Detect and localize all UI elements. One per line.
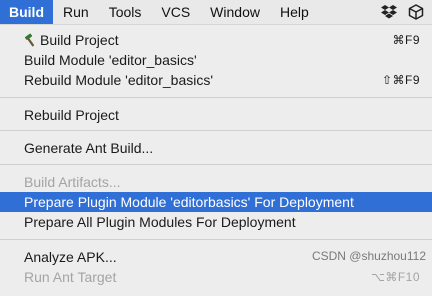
dropbox-icon[interactable] — [380, 4, 398, 20]
package-icon[interactable] — [408, 4, 424, 20]
menu-build[interactable]: Build — [0, 0, 53, 24]
menu-bar: Build Run Tools VCS Window Help — [0, 0, 432, 24]
menu-help[interactable]: Help — [270, 0, 319, 24]
menu-item-label: Run Ant Target — [24, 269, 117, 285]
menu-item-rebuild-project[interactable]: Rebuild Project — [0, 105, 432, 125]
menu-item-build-project[interactable]: Build Project ⌘F9 — [0, 30, 432, 50]
menu-tools[interactable]: Tools — [99, 0, 152, 24]
menu-item-build-module[interactable]: Build Module 'editor_basics' — [0, 50, 432, 70]
menu-vcs[interactable]: VCS — [151, 0, 200, 24]
menu-item-label: Analyze APK... — [24, 249, 117, 265]
hammer-icon — [24, 33, 38, 50]
menu-item-label: Rebuild Module 'editor_basics' — [24, 72, 214, 88]
menu-item-run-ant-target: Run Ant Target ⌥⌘F10 — [0, 267, 432, 287]
menu-separator — [0, 239, 432, 240]
menu-item-shortcut: ⇧⌘F9 — [381, 73, 420, 87]
menu-run[interactable]: Run — [53, 0, 99, 24]
menu-separator — [0, 97, 432, 98]
menu-item-label: Prepare All Plugin Modules For Deploymen… — [24, 214, 296, 230]
menu-separator — [0, 130, 432, 131]
menu-item-label: Prepare Plugin Module 'editorbasics' For… — [24, 194, 354, 210]
menu-item-label: Build Project — [40, 32, 119, 48]
menu-separator — [0, 164, 432, 165]
menu-item-prepare-all-plugin-modules[interactable]: Prepare All Plugin Modules For Deploymen… — [0, 212, 432, 232]
watermark: CSDN @shuzhou112 — [311, 249, 426, 263]
menu-item-build-artifacts: Build Artifacts... — [0, 172, 432, 192]
status-icons — [380, 0, 432, 24]
menu-item-shortcut: ⌥⌘F10 — [370, 270, 420, 284]
menu-item-shortcut: ⌘F9 — [392, 33, 420, 47]
menu-item-generate-ant-build[interactable]: Generate Ant Build... — [0, 138, 432, 158]
menu-item-label: Build Module 'editor_basics' — [24, 52, 197, 68]
menu-window[interactable]: Window — [200, 0, 270, 24]
menu-item-label: Build Artifacts... — [24, 174, 121, 190]
menu-item-label: Rebuild Project — [24, 107, 119, 123]
menu-item-rebuild-module[interactable]: Rebuild Module 'editor_basics' ⇧⌘F9 — [0, 70, 432, 90]
menu-item-label: Generate Ant Build... — [24, 140, 154, 156]
menu-item-prepare-plugin-module[interactable]: Prepare Plugin Module 'editorbasics' For… — [0, 192, 432, 212]
